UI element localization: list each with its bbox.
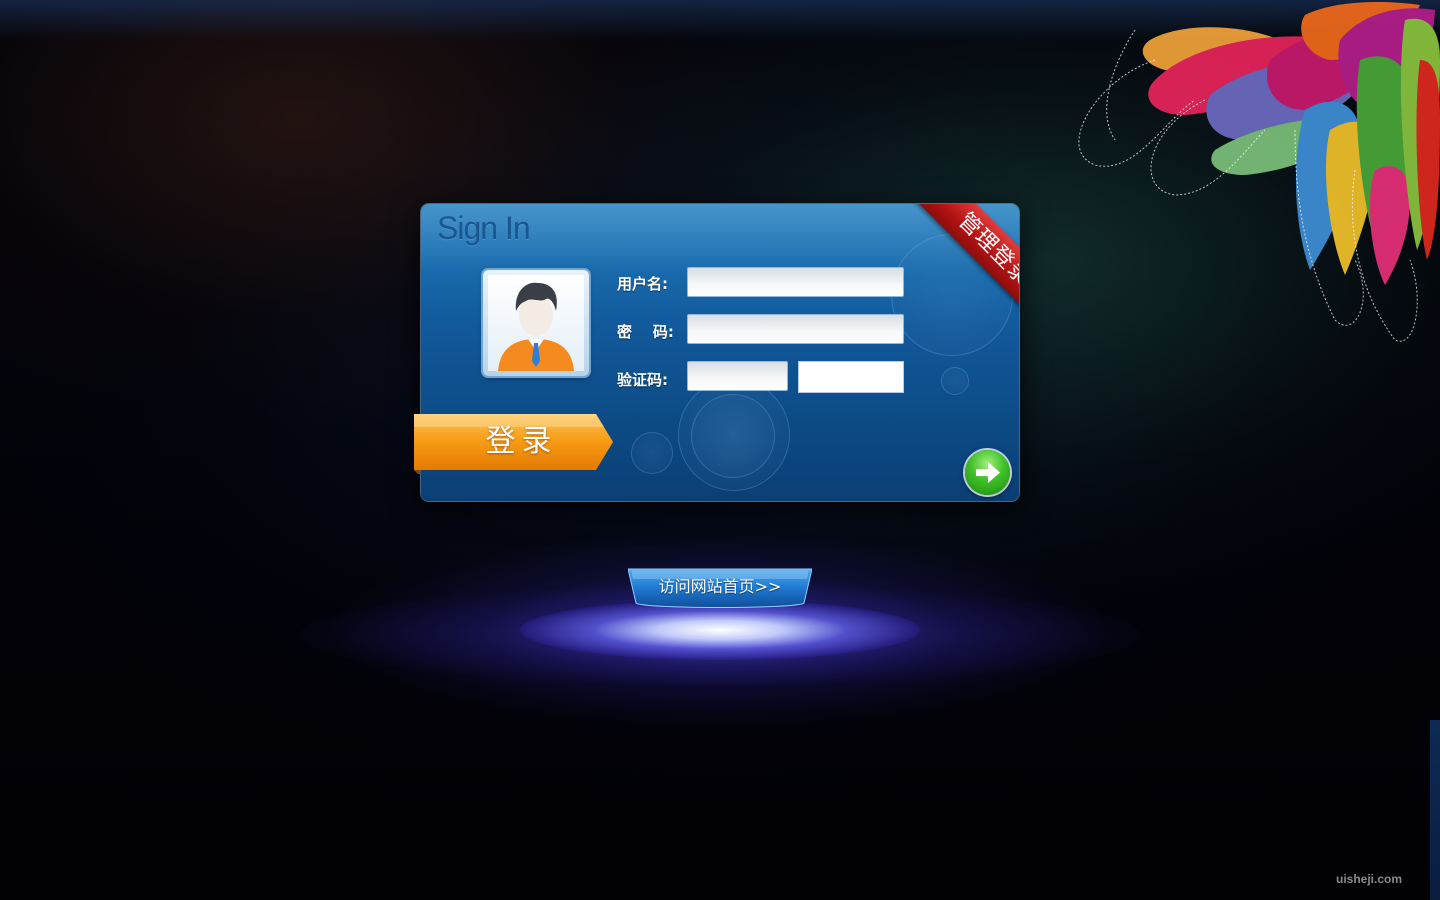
username-input[interactable] (687, 267, 904, 297)
username-label: 用户名: (617, 275, 668, 293)
decor-bubble (941, 367, 969, 395)
login-button[interactable]: 登录 (414, 414, 614, 474)
decorative-petals (1078, 2, 1440, 342)
ribbon-label: 管理登录 (912, 204, 1019, 332)
captcha-input[interactable] (687, 361, 788, 391)
user-avatar-icon (488, 275, 584, 371)
watermark: uisheji.com (1336, 872, 1403, 886)
go-button[interactable] (965, 450, 1010, 495)
decor-bubble (691, 394, 775, 478)
arrow-right-icon (976, 462, 1000, 483)
password-input[interactable] (687, 314, 904, 344)
decor-bubble (631, 432, 673, 474)
password-label: 密 码: (617, 323, 674, 341)
admin-login-ribbon: 管理登录 (889, 204, 1019, 336)
captcha-label: 验证码: (617, 371, 668, 389)
visit-home-button[interactable]: 访问网站首页>> (628, 567, 812, 609)
login-page-background: Sign In 用户名: 密 码: 验证码: 管理登录 登录 访问网站首页>> … (0, 0, 1440, 900)
visit-home-label: 访问网站首页>> (658, 577, 782, 596)
sign-in-title: Sign In (437, 210, 531, 246)
login-label: 登录 (485, 424, 558, 459)
captcha-image[interactable] (798, 361, 904, 393)
right-edge-strip (1430, 720, 1440, 900)
avatar-frame (483, 270, 589, 376)
